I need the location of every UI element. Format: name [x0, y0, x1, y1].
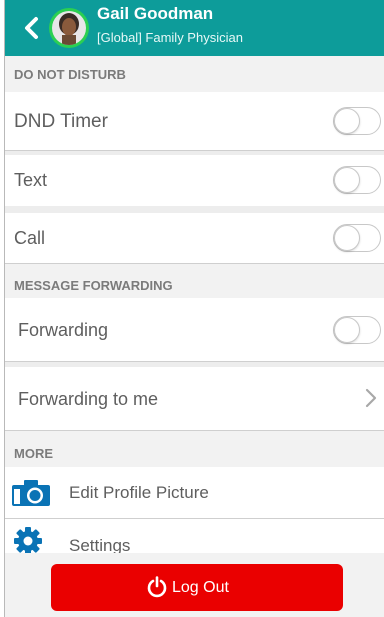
row-label: Forwarding	[18, 320, 109, 340]
call-toggle[interactable]	[333, 224, 381, 252]
settings-item[interactable]: Settings	[5, 519, 384, 555]
row-call[interactable]: Call	[5, 213, 384, 263]
chevron-right-icon	[365, 388, 377, 408]
profile-header: Gail Goodman [Global] Family Physician	[5, 0, 384, 56]
toggle-knob	[334, 317, 360, 343]
spacer	[5, 206, 384, 213]
footer-bar: Log Out	[5, 553, 384, 617]
section-header-more: MORE	[5, 431, 384, 467]
user-role: [Global] Family Physician	[97, 30, 243, 45]
text-toggle[interactable]	[333, 166, 381, 194]
forwarding-toggle[interactable]	[333, 316, 381, 344]
dnd-timer-toggle[interactable]	[333, 107, 381, 135]
edit-profile-picture-item[interactable]: Edit Profile Picture	[5, 467, 384, 518]
row-text[interactable]: Text	[5, 155, 384, 206]
chevron-left-icon[interactable]	[18, 14, 46, 42]
row-forwarding[interactable]: Forwarding	[5, 298, 384, 361]
row-forwarding-to-me[interactable]: Forwarding to me	[5, 367, 384, 430]
camera-icon	[12, 480, 50, 506]
menu-item-label: Edit Profile Picture	[69, 483, 209, 502]
section-header-forwarding: MESSAGE FORWARDING	[5, 264, 384, 298]
row-dnd-timer[interactable]: DND Timer	[5, 92, 384, 150]
row-label: Forwarding to me	[18, 389, 159, 409]
row-label: DND Timer	[14, 111, 108, 132]
gear-icon	[14, 527, 42, 555]
section-label: DO NOT DISTURB	[14, 67, 126, 82]
section-header-dnd: DO NOT DISTURB	[5, 56, 384, 92]
avatar[interactable]	[49, 8, 89, 48]
power-icon	[147, 576, 167, 598]
user-name: Gail Goodman	[97, 4, 214, 23]
section-label: MESSAGE FORWARDING	[14, 278, 173, 293]
toggle-knob	[334, 225, 360, 251]
section-label: MORE	[14, 446, 53, 461]
settings-screen: Gail Goodman [Global] Family Physician D…	[0, 0, 384, 617]
row-label: Call	[14, 228, 46, 248]
toggle-knob	[334, 108, 360, 134]
logout-button[interactable]: Log Out	[51, 564, 343, 611]
toggle-knob	[334, 167, 360, 193]
avatar-photo	[52, 11, 86, 45]
row-label: Text	[14, 170, 48, 190]
logout-label: Log Out	[172, 579, 229, 596]
